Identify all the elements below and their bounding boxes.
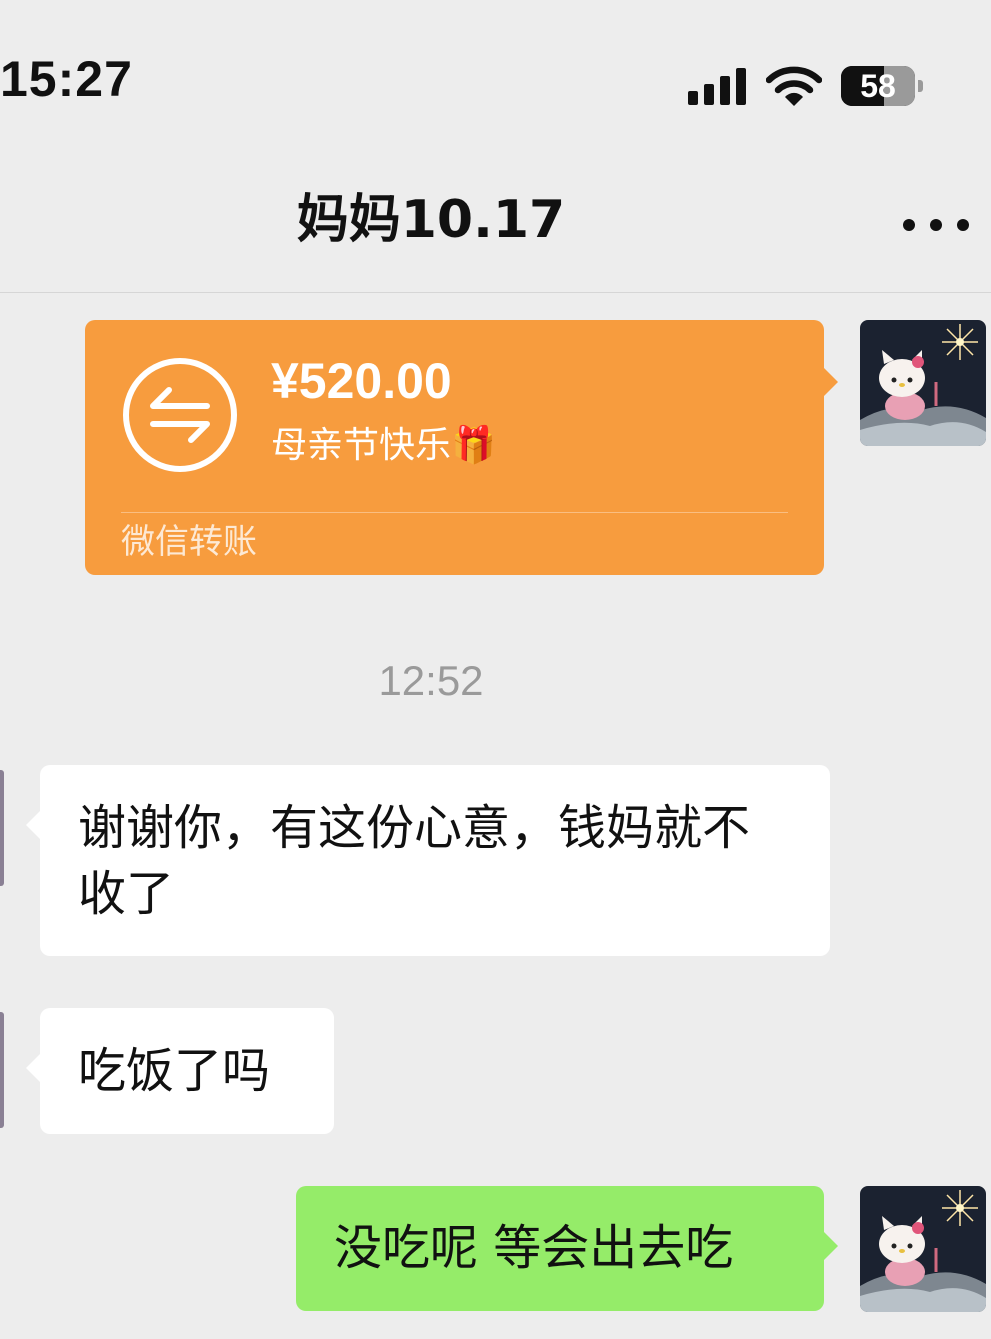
status-time: 15:27 <box>0 51 133 107</box>
transfer-card[interactable]: ¥520.00 母亲节快乐🎁 微信转账 <box>85 320 838 575</box>
battery-nub <box>918 80 923 92</box>
transfer-note: 母亲节快乐🎁 <box>271 425 496 466</box>
ellipsis-dot <box>930 219 942 231</box>
transfer-arrows-icon <box>123 358 237 472</box>
outgoing-message-bubble[interactable]: 没吃呢 等会出去吃 <box>296 1186 838 1311</box>
contact-avatar[interactable] <box>0 770 4 886</box>
incoming-message-bubble[interactable]: 谢谢你，有这份心意，钱妈就不收了 <box>26 765 830 956</box>
transfer-label: 微信转账 <box>121 522 257 562</box>
chat-title: 妈妈10.17 <box>296 190 566 250</box>
message-timestamp: 12:52 <box>378 657 484 704</box>
my-avatar[interactable] <box>860 320 986 446</box>
hello-kitty-avatar-image <box>860 1186 986 1312</box>
my-avatar[interactable] <box>860 1186 986 1312</box>
wifi-icon <box>766 66 822 106</box>
more-options-button[interactable] <box>903 212 969 238</box>
hello-kitty-avatar-image <box>860 320 986 446</box>
header-divider <box>0 292 991 293</box>
contact-avatar[interactable] <box>0 1012 4 1128</box>
transfer-divider <box>121 512 788 513</box>
transfer-amount: ¥520.00 <box>271 353 452 409</box>
incoming-message-bubble[interactable]: 吃饭了吗 <box>26 1008 334 1134</box>
battery-icon: 58 <box>841 66 915 106</box>
ellipsis-icon <box>903 219 915 231</box>
cellular-signal-icon <box>688 68 748 105</box>
battery-level: 58 <box>860 67 896 104</box>
ellipsis-dot <box>957 219 969 231</box>
